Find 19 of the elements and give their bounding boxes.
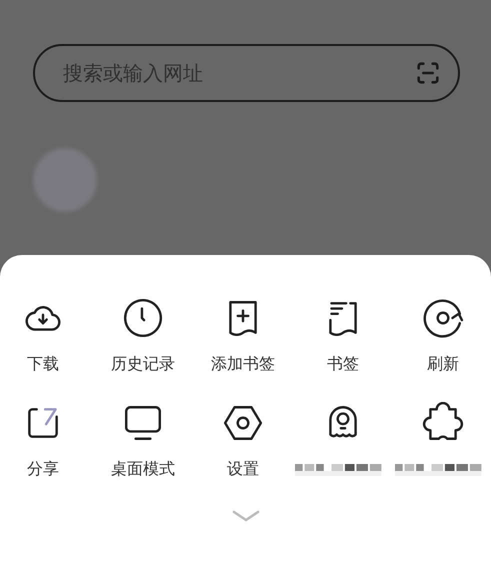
- menu-item[interactable]: 分享: [0, 402, 93, 480]
- menu-label: 刷新: [427, 353, 459, 375]
- menu-label: 书签: [327, 353, 359, 375]
- menu-label: 桌面模式: [111, 458, 175, 480]
- refresh-icon: [422, 297, 464, 339]
- menu-item[interactable]: 桌面模式: [93, 402, 193, 480]
- menu-label: 分享: [27, 458, 59, 480]
- menu-label: 添加书签: [211, 353, 275, 375]
- menu-item[interactable]: 下载: [0, 297, 93, 375]
- menu-label: 下载: [27, 353, 59, 375]
- menu-label: 历史记录: [111, 353, 175, 375]
- menu-item[interactable]: 添加书签: [193, 297, 293, 375]
- menu-item[interactable]: 刷新: [393, 297, 491, 375]
- menu-item[interactable]: 书签: [293, 297, 393, 375]
- collapse-chevron-icon[interactable]: [230, 510, 260, 522]
- menu-item[interactable]: 设置: [193, 402, 293, 480]
- clock-icon: [122, 297, 164, 339]
- menu-label: 设置: [227, 458, 259, 480]
- menu-item[interactable]: 历史记录: [93, 297, 193, 375]
